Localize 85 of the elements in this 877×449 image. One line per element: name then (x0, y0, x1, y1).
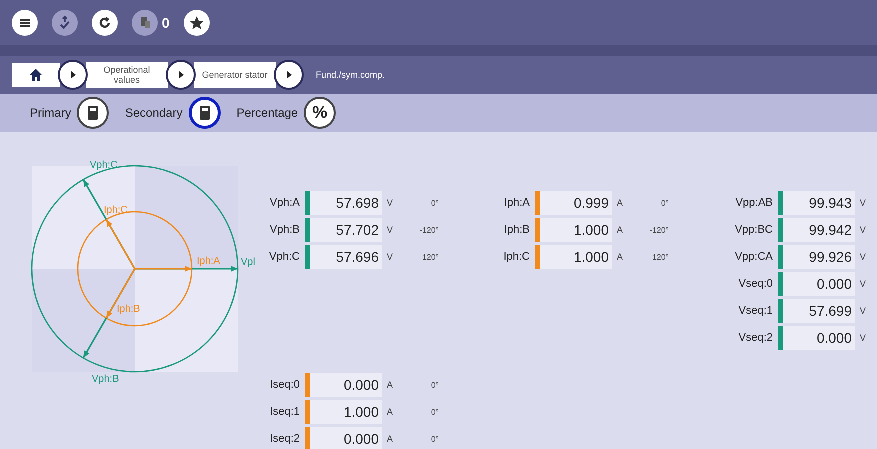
refresh-icon (97, 14, 113, 30)
measurement-value: 0.000 (310, 373, 382, 397)
voltage-phasor-label: Vph:B (92, 374, 120, 385)
measurement-label: Vph:C (268, 251, 301, 263)
measurement-label: Iseq:0 (269, 379, 301, 391)
current-phasor-label: Iph:C (104, 205, 128, 216)
angle-label: 0° (430, 198, 439, 208)
view-mode-label: Percentage (236, 106, 298, 120)
measurement-value: 0.999 (540, 191, 612, 215)
measurement-label: Vpp:BC (734, 224, 774, 236)
view-mode-label: Secondary (125, 106, 183, 120)
unit-label: V (859, 333, 868, 343)
angle-label: 0° (430, 434, 439, 444)
measurement-value: 0.000 (783, 326, 855, 350)
unit-label: V (859, 252, 868, 262)
play-icon (68, 70, 78, 80)
angle-label: -120° (648, 226, 669, 234)
download-button[interactable] (52, 10, 78, 36)
measurement-label: Iph:C (502, 251, 531, 263)
measurement-label: Vseq:0 (738, 278, 774, 290)
breadcrumb-arrow-button[interactable] (274, 60, 304, 90)
unit-label: A (616, 225, 624, 235)
measurement-label: Vseq:1 (738, 305, 774, 317)
measurement-value: 1.000 (540, 245, 612, 269)
play-icon (176, 70, 186, 80)
current-phasor-label: Iph:B (117, 304, 140, 315)
unit-label: V (859, 306, 868, 316)
breadcrumb-arrow-button[interactable] (58, 60, 88, 90)
measurement-label: Iseq:2 (269, 433, 301, 445)
refresh-button[interactable] (92, 10, 118, 36)
measurement-value: 99.926 (783, 245, 855, 269)
unit-label: V (859, 279, 868, 289)
view-mode-button[interactable] (77, 97, 110, 129)
star-icon (188, 14, 205, 30)
angle-label: 0° (660, 198, 669, 208)
angle-label: -120° (418, 226, 439, 234)
unit-label: A (386, 380, 394, 390)
unit-label: V (386, 252, 394, 262)
measurement-label: Vpp:AB (734, 197, 774, 209)
measurement-value: 57.696 (310, 245, 382, 269)
measurement-label: Iseq:1 (269, 406, 301, 418)
measurement-label: Vph:B (269, 224, 301, 236)
unit-label: V (386, 198, 394, 208)
favorite-button[interactable] (184, 10, 210, 36)
measurement-value: 0.000 (783, 272, 855, 296)
home-button[interactable] (12, 63, 60, 87)
measurement-value: 57.699 (783, 299, 855, 323)
breadcrumb-arrow-button[interactable] (166, 60, 196, 90)
device-button[interactable] (132, 10, 158, 36)
menu-button[interactable] (12, 10, 38, 36)
measurement-value: 99.942 (783, 218, 855, 242)
unit-label: V (859, 225, 868, 235)
current-phasor-label: Iph:A (197, 256, 220, 267)
measurement-value: 1.000 (310, 400, 382, 424)
measurement-label: Iph:B (503, 224, 531, 236)
measurement-value: 1.000 (540, 218, 612, 242)
breadcrumb-link[interactable]: Generator stator (194, 62, 276, 88)
measurement-label: Vpp:CA (734, 251, 774, 263)
measurement-label: Iph:A (503, 197, 531, 209)
measurement-label: Vseq:2 (738, 332, 774, 344)
unit-label: A (386, 407, 394, 417)
device-count: 0 (162, 14, 170, 30)
angle-label: 0° (430, 380, 439, 390)
angle-label: 0° (430, 408, 439, 416)
unit-label: A (616, 198, 624, 208)
breadcrumb-link[interactable]: Operational values (86, 62, 168, 88)
measurement-label: Vph:A (269, 197, 301, 209)
view-mode-button[interactable]: % (304, 97, 336, 129)
breadcrumb-current: Fund./sym.comp. (316, 70, 386, 80)
angle-label: 120° (651, 252, 669, 262)
voltage-phasor-label: Vpl (241, 257, 256, 268)
measurement-value: 0.000 (310, 427, 382, 449)
unit-label: V (859, 198, 868, 208)
home-icon (28, 67, 44, 83)
unit-label: V (386, 225, 394, 235)
measurement-value: 99.943 (783, 191, 855, 215)
measurement-value: 57.702 (310, 218, 382, 242)
unit-label: A (386, 434, 394, 444)
view-mode-button[interactable] (188, 97, 221, 129)
measurement-value: 57.698 (310, 191, 382, 215)
voltage-phasor-label: Vph:C (90, 160, 118, 171)
angle-label: 120° (421, 252, 439, 262)
play-icon (284, 70, 294, 80)
view-mode-label: Primary (30, 106, 72, 120)
unit-label: A (616, 252, 624, 262)
